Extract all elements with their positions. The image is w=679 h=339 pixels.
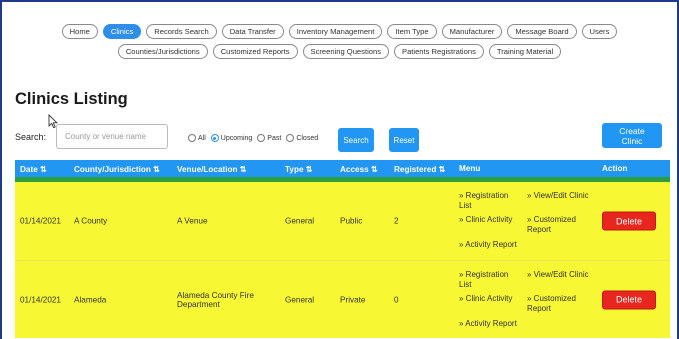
nav-message-board[interactable]: Message Board xyxy=(507,24,577,39)
view-edit-clinic-link[interactable]: » View/Edit Clinic xyxy=(527,270,589,280)
radio-selected-icon xyxy=(210,134,219,142)
page-title: Clinics Listing xyxy=(15,90,128,108)
filter-all[interactable]: All xyxy=(188,134,206,142)
delete-button[interactable]: Delete xyxy=(602,290,656,309)
table-header: Date ⇅ County/Jurisdiction ⇅ Venue/Locat… xyxy=(15,160,670,177)
filter-upcoming-label: Upcoming xyxy=(220,134,253,142)
top-nav: Home Clinics Records Search Data Transfe… xyxy=(0,24,679,39)
search-input[interactable] xyxy=(56,124,168,149)
cell-venue: Alameda County Fire Department xyxy=(177,290,254,309)
radio-unselected-icon xyxy=(188,134,196,142)
filter-all-label: All xyxy=(198,134,206,142)
cell-type: General xyxy=(285,295,315,304)
col-venue[interactable]: Venue/Location ⇅ xyxy=(177,164,247,174)
cell-access: Private xyxy=(340,295,366,304)
cell-venue: A Venue xyxy=(177,216,208,226)
reset-button[interactable]: Reset xyxy=(389,128,419,152)
col-county[interactable]: County/Jurisdiction ⇅ xyxy=(74,164,160,174)
activity-report-link[interactable]: » Activity Report xyxy=(459,240,517,250)
col-access[interactable]: Access ⇅ xyxy=(340,164,378,174)
view-edit-clinic-link[interactable]: » View/Edit Clinic xyxy=(527,191,589,201)
nav-users[interactable]: Users xyxy=(581,24,618,39)
customized-report-link[interactable]: » Customized Report xyxy=(527,294,589,313)
cell-date: 01/14/2021 xyxy=(20,216,61,226)
customized-report-link[interactable]: » Customized Report xyxy=(527,215,589,234)
cell-type: General xyxy=(285,216,315,226)
clinic-activity-link[interactable]: » Clinic Activity xyxy=(459,215,512,225)
filter-past[interactable]: Past xyxy=(257,134,281,142)
nav-manufacturer[interactable]: Manufacturer xyxy=(441,24,503,39)
create-clinic-button[interactable]: Create Clinic xyxy=(602,123,662,148)
top-nav-secondary: Counties/Jurisdictions Customized Report… xyxy=(0,44,679,59)
nav-records-search[interactable]: Records Search xyxy=(146,24,217,39)
nav-counties-jurisdictions[interactable]: Counties/Jurisdictions xyxy=(117,44,208,59)
radio-unselected-icon xyxy=(286,134,295,142)
filter-closed[interactable]: Closed xyxy=(286,134,318,142)
nav-item-type[interactable]: Item Type xyxy=(387,24,437,39)
delete-button[interactable]: Delete xyxy=(602,211,656,231)
nav-training-material[interactable]: Training Material xyxy=(488,44,562,59)
activity-report-link[interactable]: » Activity Report xyxy=(459,319,517,329)
nav-customized-reports[interactable]: Customized Reports xyxy=(212,44,298,59)
registration-list-link[interactable]: » Registration List xyxy=(459,270,521,289)
cell-county: A County xyxy=(74,216,108,226)
clinics-table: Date ⇅ County/Jurisdiction ⇅ Venue/Locat… xyxy=(15,160,670,338)
table-row: 01/14/2021 Alameda Alameda County Fire D… xyxy=(15,260,670,338)
cell-registered: 0 xyxy=(394,295,399,304)
filter-past-label: Past xyxy=(267,134,282,142)
col-type[interactable]: Type ⇅ xyxy=(285,164,313,174)
search-label: Search: xyxy=(15,132,47,142)
cell-registered: 2 xyxy=(394,216,399,226)
radio-unselected-icon xyxy=(257,134,266,142)
col-menu: Menu xyxy=(459,164,481,173)
status-filter: All Upcoming Past Closed xyxy=(188,134,318,142)
nav-data-transfer[interactable]: Data Transfer xyxy=(221,24,284,39)
cell-date: 01/14/2021 xyxy=(20,295,61,304)
clinic-activity-link[interactable]: » Clinic Activity xyxy=(459,294,512,304)
search-button[interactable]: Search xyxy=(338,128,374,152)
cell-access: Public xyxy=(340,216,363,226)
col-date[interactable]: Date ⇅ xyxy=(20,164,47,174)
nav-home[interactable]: Home xyxy=(61,24,98,39)
cell-county: Alameda xyxy=(74,295,107,304)
table-row: 01/14/2021 A County A Venue General Publ… xyxy=(15,182,670,260)
nav-inventory-management[interactable]: Inventory Management xyxy=(288,24,383,39)
col-registered[interactable]: Registered ⇅ xyxy=(394,164,445,174)
col-action: Action xyxy=(602,164,628,173)
registration-list-link[interactable]: » Registration List xyxy=(459,191,521,210)
nav-patients-registrations[interactable]: Patients Registrations xyxy=(394,44,484,59)
filter-upcoming[interactable]: Upcoming xyxy=(210,134,253,142)
nav-clinics[interactable]: Clinics xyxy=(102,24,142,39)
filter-closed-label: Closed xyxy=(296,134,319,142)
nav-screening-questions[interactable]: Screening Questions xyxy=(302,44,389,59)
